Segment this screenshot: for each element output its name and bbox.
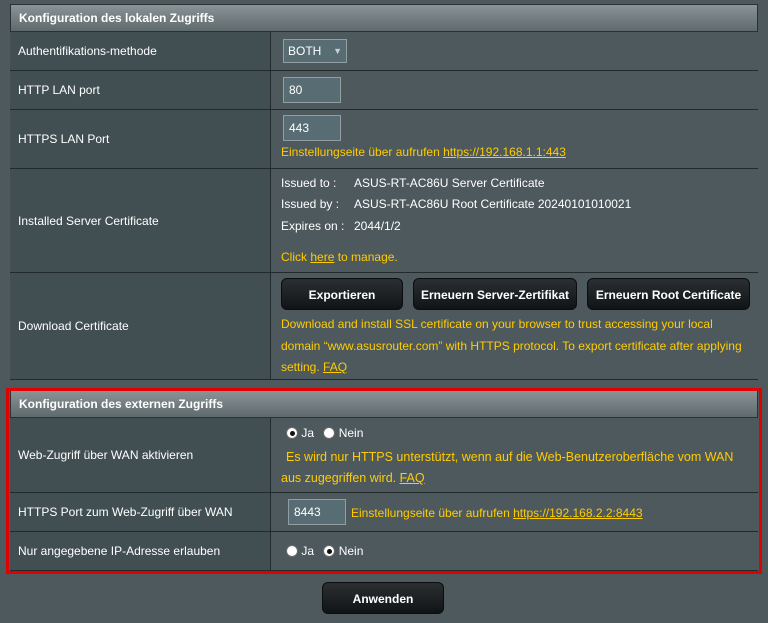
https-lan-port-row: HTTPS LAN Port Einstellungseite über auf… [10, 110, 758, 169]
download-description: Download and install SSL certificate on … [281, 314, 751, 379]
renew-root-cert-button[interactable]: Erneuern Root Certificate [587, 278, 750, 310]
expires-value: 2044/1/2 [354, 219, 401, 233]
apply-button[interactable]: Anwenden [322, 582, 444, 614]
local-access-title: Konfiguration des lokalen Zugriffs [19, 11, 215, 25]
auth-method-label: Authentifikations-methode [10, 32, 271, 70]
download-faq-link[interactable]: FAQ [323, 360, 347, 374]
download-cert-row: Download Certificate Exportieren Erneuer… [10, 273, 758, 380]
download-desc-line-3: setting. [281, 360, 324, 374]
issued-to-key: Issued to : [281, 176, 337, 190]
auth-method-select[interactable]: BOTH ▼ [283, 39, 347, 63]
issued-by-key: Issued by : [281, 197, 340, 211]
download-desc-line-2: domain “www.asusrouter.com” with HTTPS p… [281, 338, 742, 353]
download-desc-line-1: Download and install SSL certificate on … [281, 317, 713, 331]
http-lan-port-label: HTTP LAN port [10, 71, 271, 109]
auth-method-value: BOTH [288, 44, 322, 58]
server-cert-label: Installed Server Certificate [10, 169, 271, 272]
expires-key: Expires on : [281, 219, 345, 233]
renew-server-cert-button[interactable]: Erneuern Server-Zertifikat [413, 278, 577, 310]
https-lan-hint-text: Einstellungseite über aufrufen [281, 145, 444, 159]
https-lan-port-input[interactable] [283, 115, 341, 141]
issued-by-value: ASUS-RT-AC86U Root Certificate 202401010… [354, 197, 632, 211]
http-lan-port-input[interactable] [283, 77, 341, 103]
local-access-header: Konfiguration des lokalen Zugriffs [10, 4, 758, 32]
http-lan-port-row: HTTP LAN port [10, 71, 758, 110]
manage-prefix: Click [281, 250, 311, 264]
export-button[interactable]: Exportieren [281, 278, 403, 310]
server-cert-row: Installed Server Certificate Issued to :… [10, 169, 758, 273]
manage-here-link[interactable]: here [310, 250, 334, 264]
download-cert-label: Download Certificate [10, 273, 271, 379]
page: Konfiguration des lokalen Zugriffs Authe… [0, 0, 768, 623]
https-lan-port-label: HTTPS LAN Port [10, 110, 271, 168]
chevron-down-icon: ▼ [333, 46, 342, 56]
external-access-highlight [6, 388, 762, 574]
manage-hint: Click here to manage. [281, 250, 398, 264]
https-lan-hint: Einstellungseite über aufrufen https://1… [281, 145, 566, 159]
issued-to-value: ASUS-RT-AC86U Server Certificate [354, 176, 545, 190]
auth-method-row: Authentifikations-methode BOTH ▼ [10, 32, 758, 71]
manage-suffix: to manage. [334, 250, 398, 264]
https-lan-url-link[interactable]: https://192.168.1.1:443 [443, 145, 566, 159]
